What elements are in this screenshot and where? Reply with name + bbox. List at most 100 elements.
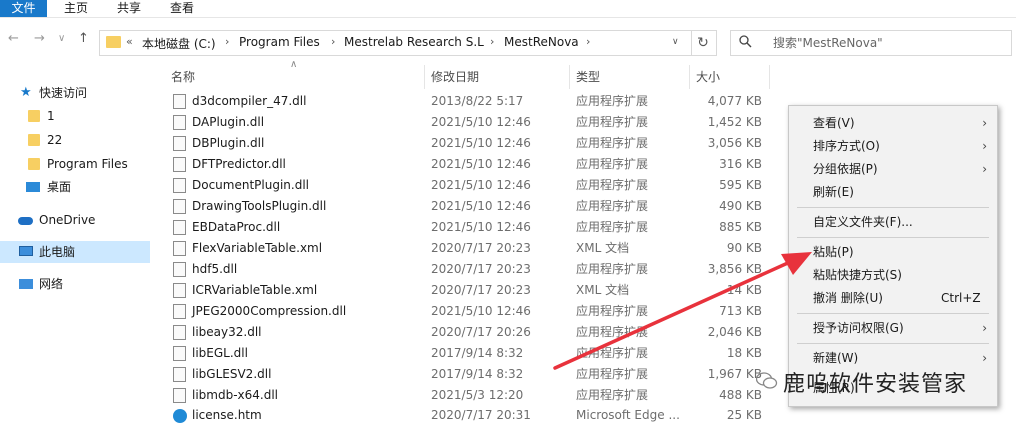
address-dropdown-icon[interactable]: ∨ — [672, 37, 679, 47]
sidebar-item-label: 1 — [47, 109, 55, 123]
forward-button[interactable]: → — [34, 31, 45, 46]
file-type: XML 文档 — [576, 283, 630, 297]
breadcrumb-mestrenova[interactable]: MestReNova — [504, 35, 579, 49]
table-row[interactable]: libeay32.dll 2020/7/17 20:26 应用程序扩展 2,046 K… — [164, 322, 774, 343]
dll-file-icon — [173, 199, 186, 214]
sidebar-item-label: 快速访问 — [39, 86, 88, 100]
menu-item-refresh[interactable]: 刷新(E) — [813, 181, 854, 203]
file-date: 2021/5/3 12:20 — [431, 388, 524, 402]
menu-divider — [797, 237, 989, 238]
breadcrumb-local-disk[interactable]: 本地磁盘 (C:) — [142, 35, 216, 52]
sidebar-item-program-files[interactable]: Program Files — [0, 153, 150, 175]
table-row[interactable]: ICRVariableTable.xml 2020/7/17 20:23 XML 文… — [164, 280, 774, 301]
file-type: 应用程序扩展 — [576, 178, 649, 192]
tab-home[interactable]: 主页 — [64, 0, 88, 17]
table-row[interactable]: libGLESV2.dll 2017/9/14 8:32 应用程序扩展 1,967 K… — [164, 364, 774, 385]
folder-icon — [106, 36, 121, 48]
back-button[interactable]: ← — [8, 31, 19, 46]
menu-item-undo-delete[interactable]: 撤消 删除(U) — [813, 287, 883, 309]
column-divider[interactable] — [689, 65, 690, 89]
table-row[interactable]: libEGL.dll 2017/9/14 8:32 应用程序扩展 18 KB — [164, 343, 774, 364]
table-row[interactable]: DrawingToolsPlugin.dll 2021/5/10 12:46 应用程… — [164, 196, 774, 217]
file-name: ICRVariableTable.xml — [192, 283, 318, 297]
column-header-size[interactable]: 大小 — [696, 65, 720, 89]
search-icon — [739, 35, 752, 52]
context-menu: 查看(V) › 排序方式(O) › 分组依据(P) › 刷新(E) 自定义文件夹… — [788, 105, 998, 407]
menu-item-sort-by[interactable]: 排序方式(O) — [813, 135, 880, 157]
menu-item-customize-folder[interactable]: 自定义文件夹(F)... — [813, 211, 913, 233]
column-header-name[interactable]: 名称 — [171, 65, 195, 89]
dll-file-icon — [173, 178, 186, 193]
address-bar[interactable]: « 本地磁盘 (C:) › Program Files › Mestrelab … — [99, 30, 692, 56]
chevron-right-icon: › — [982, 321, 987, 335]
sidebar-item-folder-22[interactable]: 22 — [0, 129, 150, 151]
sidebar-item-folder-1[interactable]: 1 — [0, 105, 150, 127]
breadcrumb-separator[interactable]: › — [331, 35, 335, 48]
search-input[interactable] — [771, 34, 1005, 52]
edge-icon — [173, 409, 187, 423]
xml-file-icon — [173, 283, 186, 298]
table-row[interactable]: d3dcompiler_47.dll 2013/8/22 5:17 应用程序扩展 4,… — [164, 91, 774, 112]
file-name: DocumentPlugin.dll — [192, 178, 309, 192]
watermark-logo: 鹿呜软件安装管家 — [755, 366, 986, 397]
table-row[interactable]: DFTPredictor.dll 2021/5/10 12:46 应用程序扩展 316… — [164, 154, 774, 175]
file-name: libGLESV2.dll — [192, 367, 272, 381]
file-type: 应用程序扩展 — [576, 367, 649, 381]
sidebar-item-label: Program Files — [47, 157, 128, 171]
menu-item-view[interactable]: 查看(V) — [813, 112, 855, 134]
file-date: 2021/5/10 12:46 — [431, 115, 531, 129]
breadcrumb-separator[interactable]: › — [586, 35, 590, 48]
menu-item-give-access[interactable]: 授予访问权限(G) — [813, 317, 904, 339]
column-divider[interactable] — [769, 65, 770, 89]
breadcrumb-program-files[interactable]: Program Files — [239, 35, 320, 49]
file-size: 3,056 KB — [707, 136, 762, 150]
address-row: ← → ∨ ↑ « 本地磁盘 (C:) › Program Files › Me… — [0, 27, 1016, 57]
column-header-date[interactable]: 修改日期 — [431, 65, 479, 89]
overflow-chevron[interactable]: « — [126, 35, 133, 48]
up-button[interactable]: ↑ — [78, 31, 89, 46]
table-row[interactable]: EBDataProc.dll 2021/5/10 12:46 应用程序扩展 885 K… — [164, 217, 774, 238]
column-divider[interactable] — [424, 65, 425, 89]
tab-view[interactable]: 查看 — [170, 0, 194, 17]
search-box[interactable] — [730, 30, 1012, 56]
table-row[interactable]: hdf5.dll 2020/7/17 20:23 应用程序扩展 3,856 KB — [164, 259, 774, 280]
sidebar-item-network[interactable]: 网络 — [0, 273, 150, 295]
table-row[interactable]: DocumentPlugin.dll 2021/5/10 12:46 应用程序扩展 5… — [164, 175, 774, 196]
menu-item-paste[interactable]: 粘贴(P) — [813, 241, 854, 263]
sidebar-item-this-pc[interactable]: 此电脑 — [0, 241, 150, 263]
file-name: JPEG2000Compression.dll — [192, 304, 347, 318]
file-date: 2021/5/10 12:46 — [431, 199, 531, 213]
table-row[interactable]: DBPlugin.dll 2021/5/10 12:46 应用程序扩展 3,056 K… — [164, 133, 774, 154]
table-row[interactable]: FlexVariableTable.xml 2020/7/17 20:23 XML … — [164, 238, 774, 259]
column-header-type[interactable]: 类型 — [576, 65, 600, 89]
recent-locations-button[interactable]: ∨ — [58, 33, 65, 44]
table-row[interactable]: DAPlugin.dll 2021/5/10 12:46 应用程序扩展 1,452 K… — [164, 112, 774, 133]
table-row[interactable]: libmdb-x64.dll 2021/5/3 12:20 应用程序扩展 488 KB — [164, 385, 774, 406]
file-size: 25 KB — [726, 408, 762, 422]
table-row[interactable]: license.htm 2020/7/17 20:31 Microsoft Edge… — [164, 405, 774, 426]
breadcrumb-separator[interactable]: › — [490, 35, 494, 48]
tab-file[interactable]: 文件 — [0, 0, 47, 17]
sidebar-item-desktop[interactable]: 桌面 — [0, 176, 150, 198]
tab-share[interactable]: 共享 — [117, 0, 141, 17]
menu-item-group-by[interactable]: 分组依据(P) — [813, 158, 878, 180]
refresh-button[interactable]: ↻ — [690, 30, 717, 56]
sidebar-item-onedrive[interactable]: OneDrive — [0, 209, 150, 231]
breadcrumb-mestrelab[interactable]: Mestrelab Research S.L — [344, 35, 484, 49]
file-type: XML 文档 — [576, 241, 630, 255]
file-type: 应用程序扩展 — [576, 262, 649, 276]
breadcrumb-separator[interactable]: › — [225, 35, 229, 48]
table-row[interactable]: JPEG2000Compression.dll 2021/5/10 12:46 应用… — [164, 301, 774, 322]
column-divider[interactable] — [569, 65, 570, 89]
chevron-right-icon: › — [982, 139, 987, 153]
watermark-text: 鹿呜软件安装管家 — [783, 372, 968, 397]
sidebar-item-quick-access[interactable]: ★ 快速访问 — [0, 82, 150, 104]
file-name: EBDataProc.dll — [192, 220, 281, 234]
navigation-pane: ★ 快速访问 1 22 Program Files 桌面 OneDrive 此电… — [0, 62, 150, 426]
menu-item-paste-shortcut[interactable]: 粘贴快捷方式(S) — [813, 264, 902, 286]
file-size: 3,856 KB — [707, 262, 762, 276]
dll-file-icon — [173, 220, 186, 235]
file-type: 应用程序扩展 — [576, 115, 649, 129]
file-date: 2013/8/22 5:17 — [431, 94, 524, 108]
network-icon — [19, 279, 33, 289]
